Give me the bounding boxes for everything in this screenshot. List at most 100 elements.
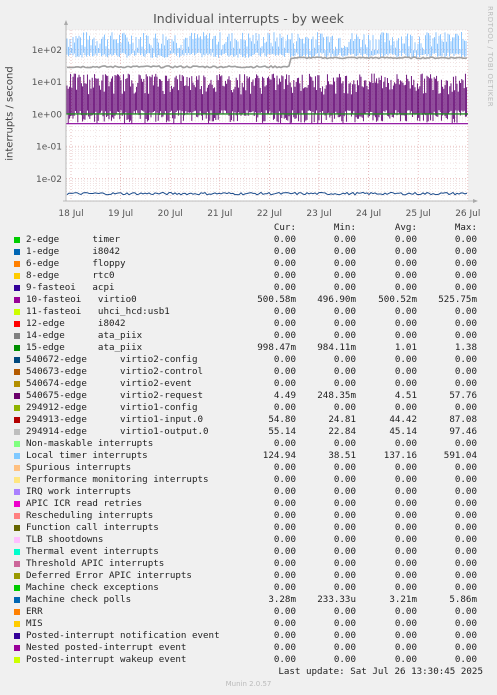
legend-row: 8-edge rtc0 0.00 0.00 0.00 0.00 bbox=[0, 270, 497, 282]
legend-avg: 1.01 bbox=[394, 342, 417, 353]
legend-cur: 0.00 bbox=[273, 402, 296, 413]
legend-avg: 0.00 bbox=[394, 510, 417, 521]
y-tick-label: 1e-02 bbox=[36, 175, 62, 185]
legend-min: 0.00 bbox=[333, 318, 356, 329]
legend-row: MIS 0.00 0.00 0.00 0.00 bbox=[0, 618, 497, 630]
legend-label: Performance monitoring interrupts bbox=[26, 474, 209, 485]
legend-min: 0.00 bbox=[333, 522, 356, 533]
legend-swatch bbox=[14, 297, 20, 303]
legend-max: 0.00 bbox=[454, 654, 477, 665]
legend-row: Thermal event interrupts 0.00 0.00 0.00 0.00 bbox=[0, 546, 497, 558]
legend-min: 38.51 bbox=[328, 450, 356, 461]
legend-label: Spurious interrupts bbox=[26, 462, 132, 473]
legend-max: 0.00 bbox=[454, 570, 477, 581]
legend-max: 97.46 bbox=[449, 426, 477, 437]
legend-avg: 0.00 bbox=[394, 474, 417, 485]
legend-cur: 0.00 bbox=[273, 438, 296, 449]
legend-avg: 0.00 bbox=[394, 258, 417, 269]
legend-row: 540672-edge virtio2-config 0.00 0.00 0.00 0.… bbox=[0, 354, 497, 366]
legend-avg: 0.00 bbox=[394, 534, 417, 545]
legend-max: 525.75m bbox=[438, 294, 477, 305]
x-tick-label: 22 Jul bbox=[257, 209, 282, 219]
legend-cur: 0.00 bbox=[273, 306, 296, 317]
legend-avg: 0.00 bbox=[394, 354, 417, 365]
legend-avg: 0.00 bbox=[394, 318, 417, 329]
legend-max: 0.00 bbox=[454, 462, 477, 473]
legend-swatch bbox=[14, 513, 20, 519]
legend-cur: 0.00 bbox=[273, 486, 296, 497]
legend-avg: 0.00 bbox=[394, 486, 417, 497]
legend-swatch bbox=[14, 537, 20, 543]
legend-min: 0.00 bbox=[333, 570, 356, 581]
legend-min: 496.90m bbox=[317, 294, 356, 305]
legend-cur: 124.94 bbox=[262, 450, 296, 461]
legend-label: Rescheduling interrupts bbox=[26, 510, 154, 521]
legend-min: 0.00 bbox=[333, 654, 356, 665]
legend-cur: 998.47m bbox=[257, 342, 296, 353]
x-tick-label: 20 Jul bbox=[158, 209, 183, 219]
legend-min: 0.00 bbox=[333, 354, 356, 365]
legend-row: 14-edge ata_piix 0.00 0.00 0.00 0.00 bbox=[0, 330, 497, 342]
legend-min: 0.00 bbox=[333, 258, 356, 269]
legend-row: Machine check polls 3.28m 233.33u 3.21m 5.86… bbox=[0, 594, 497, 606]
x-tick-label: 21 Jul bbox=[207, 209, 232, 219]
legend-max: 0.00 bbox=[454, 318, 477, 329]
legend-avg: 0.00 bbox=[394, 654, 417, 665]
legend-cur: 3.28m bbox=[268, 594, 296, 605]
legend-row: 540675-edge virtio2-request 4.49 248.35m 4.… bbox=[0, 390, 497, 402]
legend-min: 0.00 bbox=[333, 546, 356, 557]
legend-cur: 0.00 bbox=[273, 582, 296, 593]
x-tick-label: 19 Jul bbox=[108, 209, 133, 219]
legend-max: 0.00 bbox=[454, 534, 477, 545]
legend-swatch bbox=[14, 453, 20, 459]
legend-swatch bbox=[14, 441, 20, 447]
legend-min: 0.00 bbox=[333, 630, 356, 641]
legend-cur: 0.00 bbox=[273, 510, 296, 521]
legend-avg: 0.00 bbox=[394, 462, 417, 473]
legend-swatch bbox=[14, 321, 20, 327]
legend-row: IRQ work interrupts 0.00 0.00 0.00 0.00 bbox=[0, 486, 497, 498]
legend-cur: 0.00 bbox=[273, 474, 296, 485]
legend-label: ERR bbox=[26, 606, 43, 617]
legend-cur: 0.00 bbox=[273, 270, 296, 281]
x-tick-label: 26 Jul bbox=[455, 209, 480, 219]
legend-max: 0.00 bbox=[454, 486, 477, 497]
legend-cur: 0.00 bbox=[273, 618, 296, 629]
legend-swatch bbox=[14, 309, 20, 315]
legend-min: 233.33u bbox=[317, 594, 356, 605]
header-avg: Avg: bbox=[394, 222, 417, 233]
legend-min: 0.00 bbox=[333, 330, 356, 341]
legend-max: 0.00 bbox=[454, 402, 477, 413]
legend-label: Non-maskable interrupts bbox=[26, 438, 154, 449]
legend-swatch bbox=[14, 657, 20, 663]
legend-swatch bbox=[14, 285, 20, 291]
legend-min: 248.35m bbox=[317, 390, 356, 401]
x-axis-arrow bbox=[473, 199, 478, 203]
legend-row: 2-edge timer 0.00 0.00 0.00 0.00 bbox=[0, 234, 497, 246]
legend-max: 1.38 bbox=[454, 342, 477, 353]
legend-avg: 0.00 bbox=[394, 330, 417, 341]
legend-max: 0.00 bbox=[454, 522, 477, 533]
legend-avg: 0.00 bbox=[394, 282, 417, 293]
legend-row: 540673-edge virtio2-control 0.00 0.00 0.00 0… bbox=[0, 366, 497, 378]
legend-min: 0.00 bbox=[333, 306, 356, 317]
legend-label: 10-fasteoi virtio0 bbox=[26, 294, 137, 305]
legend-avg: 0.00 bbox=[394, 570, 417, 581]
legend-row: 11-fasteoi uhci_hcd:usb1 0.00 0.00 0.00 0.00 bbox=[0, 306, 497, 318]
last-update: Last update: Sat Jul 26 13:30:45 2025 bbox=[278, 666, 483, 677]
legend-row: Posted-interrupt notification event 0.00 0… bbox=[0, 630, 497, 642]
legend-min: 0.00 bbox=[333, 234, 356, 245]
legend-swatch bbox=[14, 369, 20, 375]
munin-version: Munin 2.0.57 bbox=[225, 680, 272, 688]
legend-row: ERR 0.00 0.00 0.00 0.00 bbox=[0, 606, 497, 618]
legend-min: 0.00 bbox=[333, 438, 356, 449]
legend-row: Rescheduling interrupts 0.00 0.00 0.00 0.00 bbox=[0, 510, 497, 522]
legend-row: 9-fasteoi acpi 0.00 0.00 0.00 0.00 bbox=[0, 282, 497, 294]
legend-label: Machine check polls bbox=[26, 594, 132, 605]
legend-header: Cur: Min: Avg: Max: bbox=[0, 222, 497, 234]
legend-label: APIC ICR read retries bbox=[26, 498, 143, 509]
legend-min: 0.00 bbox=[333, 582, 356, 593]
header-cur: Cur: bbox=[273, 222, 296, 233]
legend-max: 0.00 bbox=[454, 642, 477, 653]
legend-avg: 0.00 bbox=[394, 498, 417, 509]
